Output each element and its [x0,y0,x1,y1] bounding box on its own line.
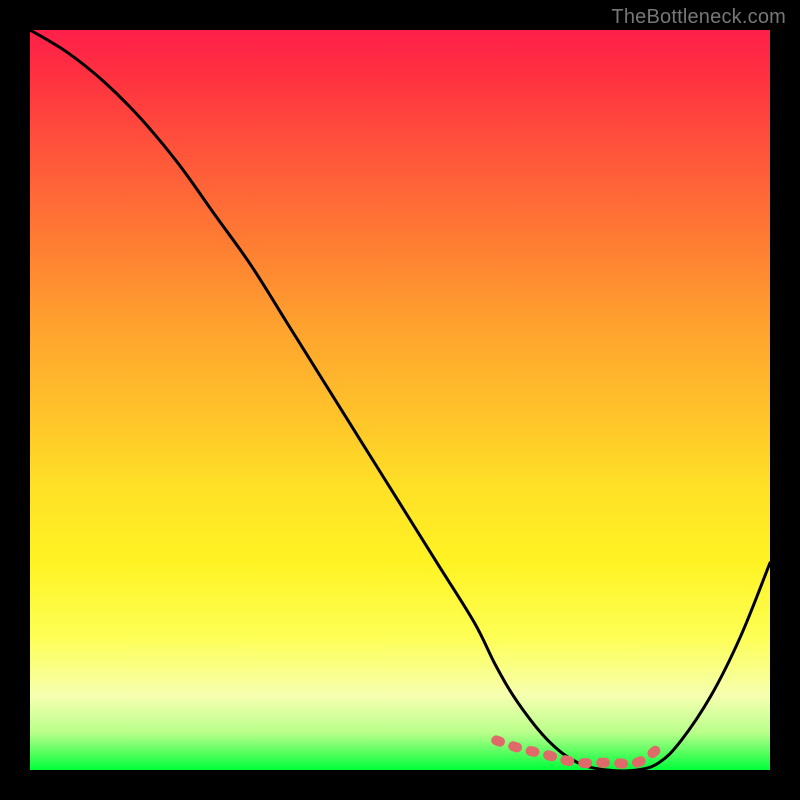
plot-area [30,30,770,770]
curve-svg [30,30,770,770]
optimal-region-marker-path [496,740,659,763]
bottleneck-curve-path [30,30,770,771]
watermark-label: TheBottleneck.com [611,6,786,29]
chart-frame: TheBottleneck.com [0,0,800,800]
